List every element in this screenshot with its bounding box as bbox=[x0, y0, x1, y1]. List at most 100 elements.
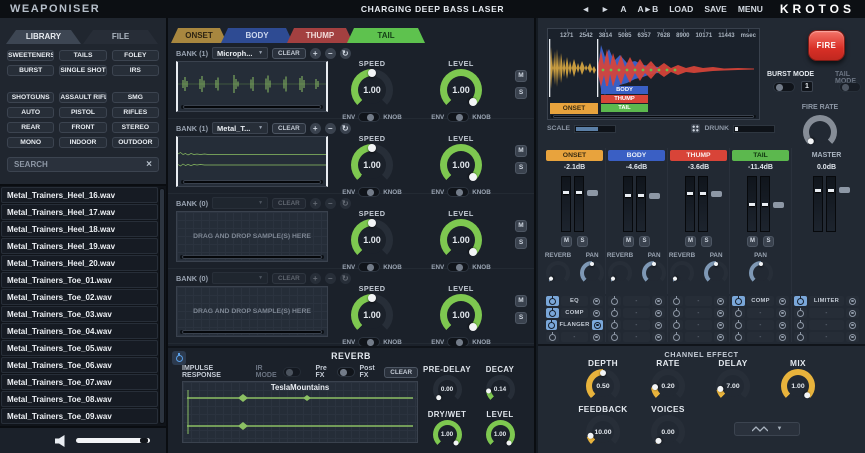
fx-slot-empty[interactable]: - bbox=[608, 320, 665, 330]
reverb-power-button[interactable] bbox=[172, 351, 186, 365]
delay-knob[interactable]: 7.00 bbox=[716, 369, 750, 403]
channel-faders[interactable] bbox=[546, 176, 603, 232]
gear-button[interactable] bbox=[776, 332, 789, 342]
bank-reload-icon[interactable]: ↻ bbox=[340, 198, 351, 209]
fire-rate-knob[interactable] bbox=[803, 115, 837, 149]
search-clear-icon[interactable]: × bbox=[146, 160, 152, 170]
level-knob[interactable]: 1.00 bbox=[440, 69, 482, 111]
fx-slot-empty[interactable]: - bbox=[670, 296, 727, 306]
filter-smg[interactable]: SMG bbox=[112, 92, 159, 103]
fx-slot-empty[interactable]: - bbox=[670, 332, 727, 342]
gear-button[interactable] bbox=[652, 296, 665, 306]
channel-header-body[interactable]: BODY bbox=[608, 150, 665, 161]
fx-slot-limiter[interactable]: LIMITER bbox=[794, 296, 859, 306]
power-button[interactable] bbox=[608, 308, 621, 318]
filter-burst[interactable]: BURST bbox=[7, 65, 54, 76]
bank-drop-zone[interactable]: DRAG AND DROP SAMPLE(S) HERE bbox=[176, 286, 328, 337]
bank-add-button[interactable]: + bbox=[310, 48, 321, 59]
power-button[interactable] bbox=[794, 296, 807, 306]
pre-delay-knob[interactable]: 0.00 bbox=[433, 375, 462, 404]
fx-slot-empty[interactable]: - bbox=[670, 320, 727, 330]
dice-icon[interactable] bbox=[691, 124, 700, 133]
list-item[interactable]: Metal_Trainers_Toe_01.wav bbox=[1, 272, 158, 288]
fx-slot-comp[interactable]: COMP bbox=[732, 296, 789, 306]
gear-button[interactable] bbox=[846, 332, 859, 342]
output-waveform-panel[interactable]: 127125423814 508563577628 89001017111443… bbox=[547, 28, 760, 120]
bank-waveform-display[interactable] bbox=[176, 136, 328, 187]
list-item[interactable]: Metal_Trainers_Toe_02.wav bbox=[1, 289, 158, 305]
ir-mode-toggle[interactable] bbox=[283, 367, 300, 377]
drunk-slider[interactable] bbox=[733, 125, 775, 133]
reverb-clear-button[interactable]: CLEAR bbox=[384, 367, 418, 378]
gear-button[interactable] bbox=[592, 320, 603, 330]
fx-slot-empty[interactable]: - bbox=[608, 332, 665, 342]
power-button[interactable] bbox=[732, 332, 745, 342]
bank-mute-button[interactable]: M bbox=[515, 220, 527, 232]
bank-solo-button[interactable]: S bbox=[515, 312, 527, 324]
bank-add-button[interactable]: + bbox=[310, 273, 321, 284]
filter-mono[interactable]: MONO bbox=[7, 137, 54, 148]
channel-header-tail[interactable]: TAIL bbox=[732, 150, 789, 161]
bank-remove-button[interactable]: − bbox=[325, 273, 336, 284]
gear-button[interactable] bbox=[714, 296, 727, 306]
bank-waveform-scrollbar[interactable] bbox=[180, 330, 324, 334]
filter-single-shot[interactable]: SINGLE SHOT bbox=[59, 65, 106, 76]
filter-foley[interactable]: FOLEY bbox=[112, 50, 159, 61]
power-button[interactable] bbox=[732, 296, 745, 306]
filter-front[interactable]: FRONT bbox=[59, 122, 106, 133]
bank-remove-button[interactable]: − bbox=[325, 48, 336, 59]
fx-slot-empty[interactable]: - bbox=[732, 320, 789, 330]
channel-reverb-knob[interactable] bbox=[670, 261, 694, 285]
bank-solo-button[interactable]: S bbox=[515, 162, 527, 174]
bank-sample-dropdown[interactable]: Metal_T...▼ bbox=[212, 122, 268, 134]
segment-label-body[interactable]: BODY bbox=[601, 86, 648, 94]
power-button[interactable] bbox=[794, 308, 807, 318]
filter-assault-rifles[interactable]: ASSAULT RIFLES bbox=[59, 92, 106, 103]
channel-pan-knob[interactable] bbox=[704, 261, 728, 285]
fx-slot-empty[interactable]: - bbox=[794, 332, 859, 342]
list-item[interactable]: Metal_Trainers_Heel_17.wav bbox=[1, 204, 158, 220]
lfo-waveform-dropdown[interactable]: ▼ bbox=[734, 422, 800, 436]
bank-solo-button[interactable]: S bbox=[515, 87, 527, 99]
gear-button[interactable] bbox=[776, 308, 789, 318]
filter-rear[interactable]: REAR bbox=[7, 122, 54, 133]
fx-slot-empty[interactable]: - bbox=[794, 320, 859, 330]
fx-slot-empty[interactable]: - bbox=[670, 308, 727, 318]
channel-header-thump[interactable]: THUMP bbox=[670, 150, 727, 161]
bank-add-button[interactable]: + bbox=[310, 198, 321, 209]
preview-volume-slider[interactable] bbox=[76, 438, 150, 443]
load-button[interactable]: LOAD bbox=[669, 4, 693, 14]
voices-knob[interactable]: 0.00 bbox=[651, 415, 685, 449]
tab-thump[interactable]: THUMP bbox=[287, 28, 353, 43]
gear-button[interactable] bbox=[590, 296, 603, 306]
fx-slot-comp[interactable]: COMP bbox=[546, 308, 603, 318]
list-item[interactable]: Metal_Trainers_Toe_08.wav bbox=[1, 391, 158, 407]
channel-solo-button[interactable]: S bbox=[701, 236, 712, 247]
bank-solo-button[interactable]: S bbox=[515, 237, 527, 249]
gear-button[interactable] bbox=[652, 332, 665, 342]
ab-state-a-button[interactable]: A bbox=[620, 4, 626, 14]
channel-pan-knob[interactable] bbox=[580, 261, 604, 285]
filter-shotguns[interactable]: SHOTGUNS bbox=[7, 92, 54, 103]
fx-slot-eq[interactable]: EQ bbox=[546, 296, 603, 306]
list-item[interactable]: Metal_Trainers_Toe_09.wav bbox=[1, 408, 158, 424]
power-button[interactable] bbox=[732, 308, 745, 318]
burst-count-box[interactable]: 1 bbox=[801, 81, 813, 92]
speed-knob[interactable]: 1.00 bbox=[351, 294, 393, 336]
channel-mute-button[interactable]: M bbox=[685, 236, 696, 247]
list-item[interactable]: Metal_Trainers_Heel_20.wav bbox=[1, 255, 158, 271]
tab-file[interactable]: FILE bbox=[83, 30, 158, 44]
gear-button[interactable] bbox=[652, 308, 665, 318]
channel-solo-button[interactable]: S bbox=[577, 236, 588, 247]
fx-slot-empty[interactable]: - bbox=[794, 308, 859, 318]
fx-slot-empty[interactable]: - bbox=[732, 308, 789, 318]
channel-mute-button[interactable]: M bbox=[623, 236, 634, 247]
bank-reload-icon[interactable]: ↻ bbox=[340, 273, 351, 284]
bank-drop-zone[interactable]: DRAG AND DROP SAMPLE(S) HERE bbox=[176, 211, 328, 262]
bank-reload-icon[interactable]: ↻ bbox=[340, 48, 351, 59]
dry-wet-knob[interactable]: 1.00 bbox=[433, 420, 462, 449]
feedback-knob[interactable]: 10.00 bbox=[586, 415, 620, 449]
fx-slot-empty[interactable]: - bbox=[608, 296, 665, 306]
tab-body[interactable]: BODY bbox=[221, 28, 293, 43]
bank-waveform-scrollbar[interactable] bbox=[180, 255, 324, 259]
